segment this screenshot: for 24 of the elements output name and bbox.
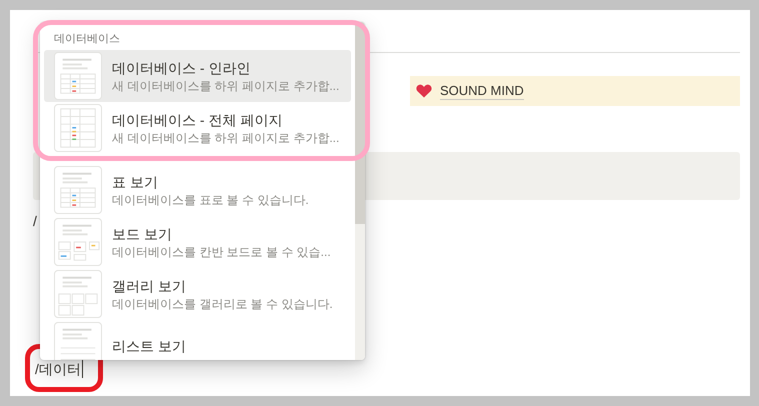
section-title: 데이터베이스 xyxy=(53,32,121,46)
menu-item[interactable]: 리스트 보기 xyxy=(44,320,351,360)
table-thumbnail-icon xyxy=(54,166,102,214)
item-title: 표 보기 xyxy=(112,172,159,190)
slash-text: / xyxy=(33,212,38,230)
item-title: 데이터베이스 - 전체 페이지 xyxy=(112,110,284,128)
scrollbar-thumb[interactable] xyxy=(355,22,365,224)
item-description: 새 데이터베이스를 하위 페이지로 추가합... xyxy=(112,130,340,146)
item-description: 데이터베이스를 표로 볼 수 있습니다. xyxy=(112,192,309,208)
table-thumbnail-icon xyxy=(54,52,102,100)
item-description: 데이터베이스를 갤러리로 볼 수 있습니다. xyxy=(112,296,333,312)
item-title: 리스트 보기 xyxy=(112,337,186,355)
fulltable-thumbnail-icon xyxy=(54,104,102,152)
list-thumbnail-icon xyxy=(54,322,102,360)
menu-item[interactable]: 데이터베이스 - 인라인 새 데이터베이스를 하위 페이지로 추가합... xyxy=(44,50,351,102)
item-title: 갤러리 보기 xyxy=(112,276,187,294)
callout-link[interactable]: SOUND MIND xyxy=(440,82,524,100)
heart-icon xyxy=(416,84,432,98)
board-thumbnail-icon xyxy=(54,218,102,266)
item-description: 데이터베이스를 칸반 보드로 볼 수 있습... xyxy=(112,244,331,260)
item-title: 보드 보기 xyxy=(112,224,173,242)
item-title: 데이터베이스 - 인라인 xyxy=(112,58,252,76)
item-description: 새 데이터베이스를 하위 페이지로 추가합... xyxy=(112,78,340,94)
gallery-thumbnail-icon xyxy=(54,270,102,318)
